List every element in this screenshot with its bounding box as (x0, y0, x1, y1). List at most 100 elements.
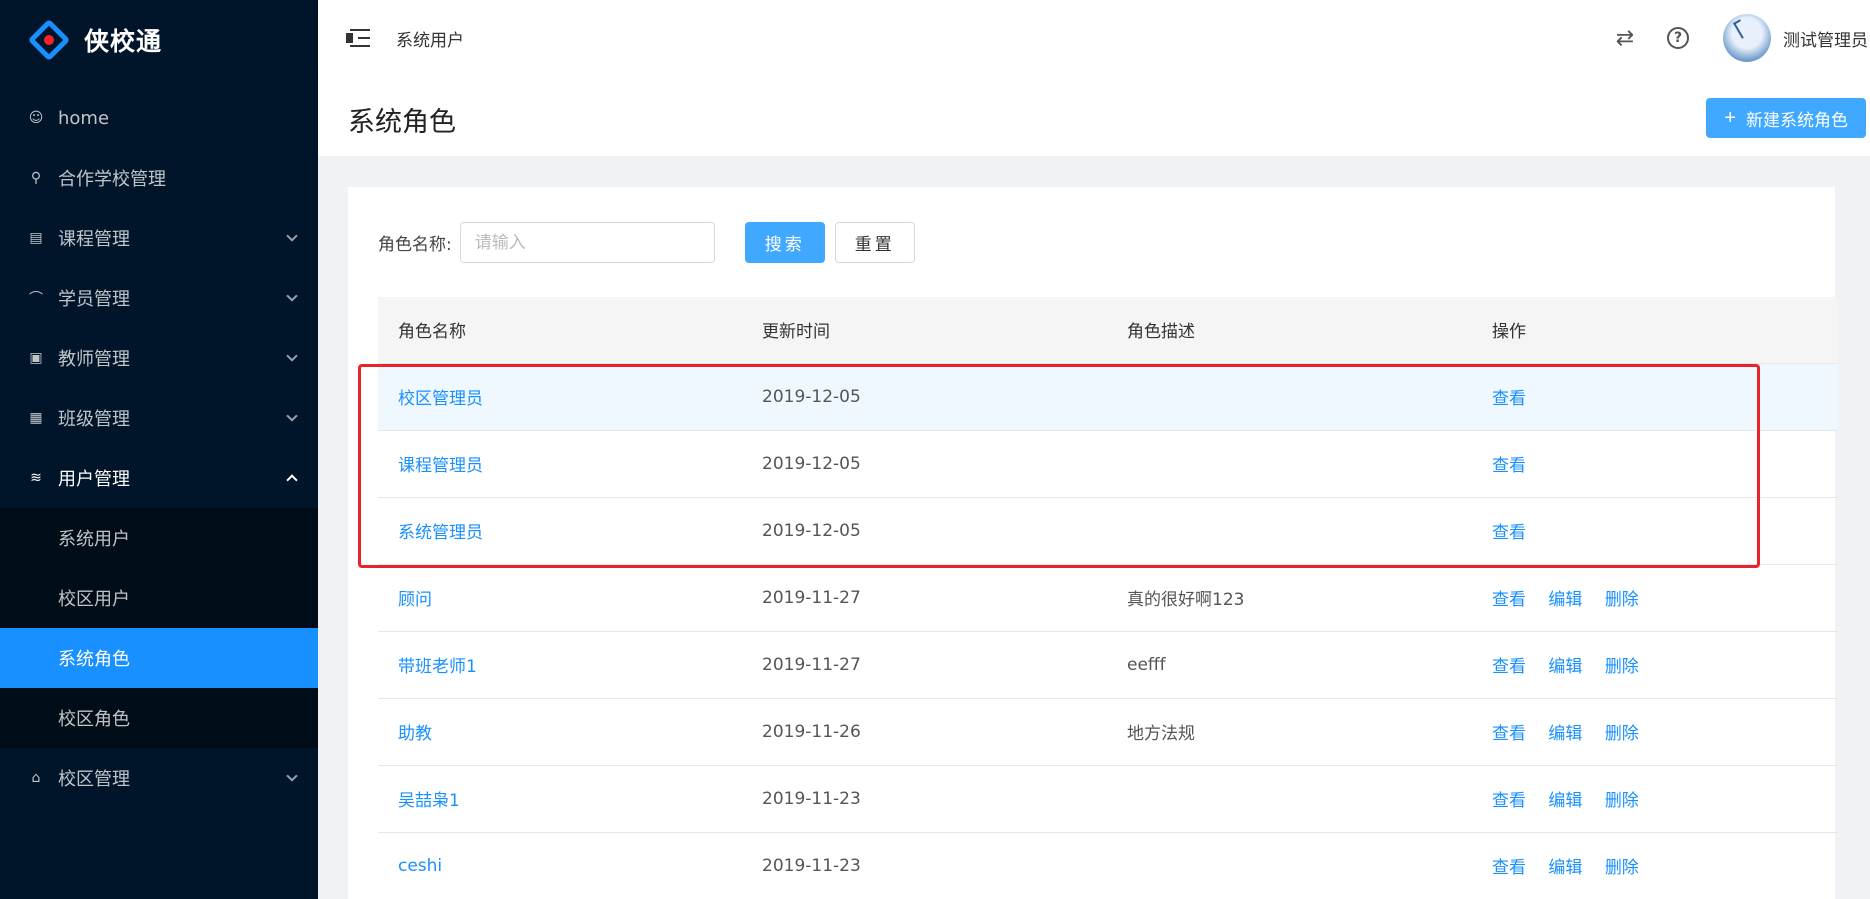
edit-link[interactable]: 编辑 (1548, 858, 1582, 878)
sidebar-item-label: 教师管理 (58, 349, 130, 370)
delete-link[interactable]: 删除 (1605, 657, 1639, 677)
delete-link[interactable]: 删除 (1605, 590, 1639, 610)
sidebar-item-label: 用户管理 (58, 469, 130, 490)
sidebar-item-courses[interactable]: ▤ 课程管理 (0, 208, 318, 268)
sidebar-item-teachers[interactable]: ▣ 教师管理 (0, 328, 318, 388)
edit-link[interactable]: 编辑 (1548, 590, 1582, 610)
table-row: 带班老师1 2019-11-27 eefff 查看 编辑 删除 (378, 631, 1838, 699)
bicycle-icon: ⚲ (30, 170, 42, 186)
role-name-link[interactable]: 吴喆枭1 (398, 791, 460, 811)
help-button[interactable]: ? (1664, 24, 1692, 52)
page-header: 系统角色 + 新建系统角色 (318, 76, 1870, 156)
sidebar-item-system-users[interactable]: 系统用户 (0, 508, 318, 568)
role-name-link[interactable]: 顾问 (398, 590, 432, 610)
content-card: 角色名称: 搜索 重置 角色名称 更新时间 角色描述 操作 校区管理员 2019… (348, 187, 1838, 899)
reset-button[interactable]: 重置 (834, 222, 915, 263)
edit-link[interactable]: 编辑 (1548, 724, 1582, 744)
sidebar-item-campus[interactable]: ⌂ 校区管理 (0, 748, 318, 808)
table-row: 校区管理员 2019-12-05 查看 (378, 363, 1838, 431)
sidebar-item-campus-users[interactable]: 校区用户 (0, 568, 318, 628)
delete-link[interactable]: 删除 (1605, 791, 1639, 811)
view-link[interactable]: 查看 (1492, 456, 1526, 476)
update-time: 2019-12-05 (742, 497, 1107, 565)
sidebar-item-label: 合作学校管理 (58, 169, 166, 190)
app-name: 侠校通 (84, 27, 163, 56)
role-name-link[interactable]: 校区管理员 (398, 389, 483, 409)
role-description (1107, 832, 1472, 899)
plus-icon: + (1724, 106, 1736, 129)
breadcrumb: 系统用户 (396, 30, 464, 51)
rainbow-icon: ⌒ (29, 291, 43, 307)
table-row: 助教 2019-11-26 地方法规 查看 编辑 删除 (378, 698, 1838, 766)
delete-link[interactable]: 删除 (1605, 858, 1639, 878)
edit-link[interactable]: 编辑 (1548, 791, 1582, 811)
sidebar-item-campus-roles[interactable]: 校区角色 (0, 688, 318, 748)
delete-link[interactable]: 删除 (1605, 724, 1639, 744)
column-header-desc[interactable]: 角色描述 (1107, 297, 1472, 364)
bank-icon: ⌂ (31, 770, 41, 786)
page-title: 系统角色 (348, 107, 456, 138)
calendar-icon: ▦ (29, 410, 43, 426)
avatar[interactable] (1723, 14, 1771, 62)
book-icon: ▤ (29, 230, 43, 246)
chevron-down-icon (286, 350, 298, 362)
chevron-down-icon (286, 410, 298, 422)
view-link[interactable]: 查看 (1492, 389, 1526, 409)
role-name-link[interactable]: 带班老师1 (398, 657, 477, 677)
table-row: 顾问 2019-11-27 真的很好啊123 查看 编辑 删除 (378, 564, 1838, 632)
update-time: 2019-11-26 (742, 698, 1107, 766)
role-description (1107, 497, 1472, 565)
view-link[interactable]: 查看 (1492, 657, 1526, 677)
role-description (1107, 430, 1472, 498)
chevron-down-icon (286, 770, 298, 782)
role-name-link[interactable]: 系统管理员 (398, 523, 483, 543)
sidebar: 侠校通 ☺ home ⚲ 合作学校管理 ▤ 课程管理 ⌒ 学员管理 ▣ 教师管理… (0, 0, 318, 899)
update-time: 2019-11-23 (742, 832, 1107, 899)
sidebar-item-label: 校区管理 (58, 769, 130, 790)
view-link[interactable]: 查看 (1492, 724, 1526, 744)
table-row: ceshi 2019-11-23 查看 编辑 删除 (378, 832, 1838, 899)
sidebar-item-users[interactable]: ≋ 用户管理 (0, 448, 318, 508)
update-time: 2019-12-05 (742, 430, 1107, 498)
role-name-link[interactable]: ceshi (398, 856, 442, 876)
view-link[interactable]: 查看 (1492, 791, 1526, 811)
question-icon: ? (1667, 27, 1689, 49)
view-link[interactable]: 查看 (1492, 858, 1526, 878)
new-role-button[interactable]: + 新建系统角色 (1706, 98, 1866, 138)
role-description (1107, 765, 1472, 833)
role-name-link[interactable]: 课程管理员 (398, 456, 483, 476)
update-time: 2019-11-27 (742, 564, 1107, 632)
table-header-row: 角色名称 更新时间 角色描述 操作 (378, 297, 1838, 364)
roles-table: 角色名称 更新时间 角色描述 操作 校区管理员 2019-12-05 查看 课程… (378, 297, 1838, 899)
update-time: 2019-11-23 (742, 765, 1107, 833)
logo[interactable]: 侠校通 (0, 0, 318, 80)
chevron-down-icon (286, 290, 298, 302)
sidebar-item-home[interactable]: ☺ home (0, 88, 318, 148)
role-name-input[interactable] (459, 222, 715, 263)
role-name-link[interactable]: 助教 (398, 724, 432, 744)
column-header-name[interactable]: 角色名称 (378, 297, 742, 364)
stack-icon: ≋ (30, 470, 42, 486)
sidebar-item-label: 班级管理 (58, 409, 130, 430)
menu-fold-icon[interactable] (346, 27, 370, 49)
swap-icon[interactable]: ⇄ (1611, 24, 1639, 52)
sidebar-item-schools[interactable]: ⚲ 合作学校管理 (0, 148, 318, 208)
sidebar-item-system-roles[interactable]: 系统角色 (0, 628, 318, 688)
view-link[interactable]: 查看 (1492, 523, 1526, 543)
users-submenu: 系统用户 校区用户 系统角色 校区角色 (0, 508, 318, 748)
username[interactable]: 测试管理员 (1783, 26, 1868, 51)
role-description: 真的很好啊123 (1107, 564, 1472, 632)
view-link[interactable]: 查看 (1492, 590, 1526, 610)
table-row: 课程管理员 2019-12-05 查看 (378, 430, 1838, 498)
idcard-icon: ▣ (29, 350, 43, 366)
role-description: eefff (1107, 631, 1472, 699)
sidebar-menu: ☺ home ⚲ 合作学校管理 ▤ 课程管理 ⌒ 学员管理 ▣ 教师管理 ▦ 班… (0, 88, 318, 808)
edit-link[interactable]: 编辑 (1548, 657, 1582, 677)
sidebar-item-students[interactable]: ⌒ 学员管理 (0, 268, 318, 328)
column-header-time[interactable]: 更新时间 (742, 297, 1107, 364)
role-name-label: 角色名称: (378, 235, 452, 255)
sidebar-item-label: 学员管理 (58, 289, 130, 310)
chevron-up-icon (286, 474, 298, 486)
search-button[interactable]: 搜索 (744, 222, 825, 263)
sidebar-item-classes[interactable]: ▦ 班级管理 (0, 388, 318, 448)
